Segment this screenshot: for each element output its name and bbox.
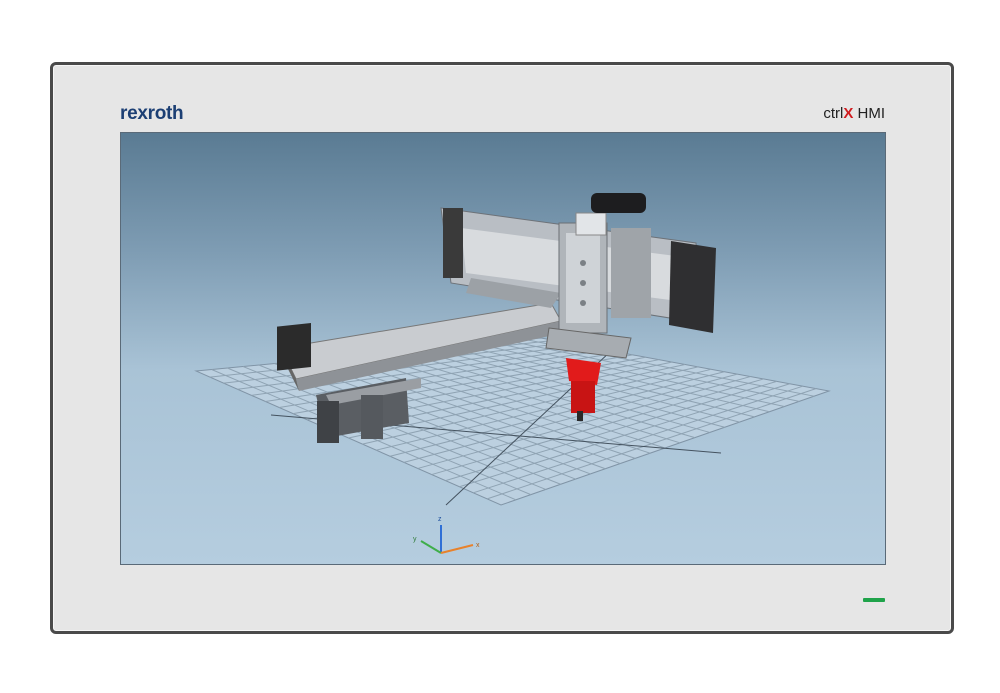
z-axis-carriage: [545, 193, 651, 359]
z-axis-label: z: [438, 516, 442, 523]
rexroth-logo: rexroth: [120, 103, 184, 124]
ctrlx-hmi-label: ctrlX HMI: [823, 105, 885, 122]
x-axis-arrow: [440, 544, 474, 554]
hmi-panel-bezel: rexroth ctrlX HMI z y x: [50, 62, 954, 634]
axis-triad: z y x: [413, 516, 480, 554]
y-axis-arrow: [420, 540, 442, 554]
y-axis-label: y: [413, 536, 417, 543]
gantry-scene: z y x: [194, 193, 831, 554]
3d-viewport[interactable]: z y x: [120, 132, 886, 565]
x-axis-label: x: [476, 542, 480, 549]
status-led: [863, 598, 885, 602]
